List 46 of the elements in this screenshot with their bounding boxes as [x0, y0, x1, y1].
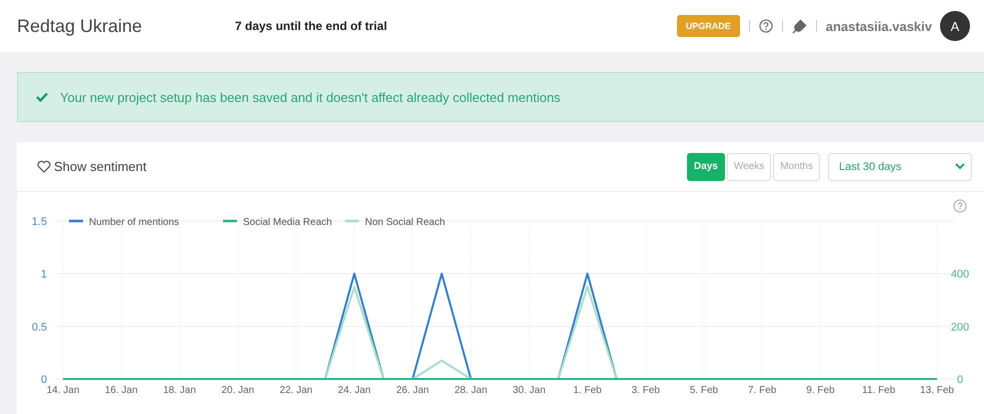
x-axis-label: 3. Feb [631, 385, 660, 396]
check-icon [36, 92, 48, 102]
x-axis-label: 9. Feb [806, 385, 835, 396]
username[interactable]: anastasiia.vaskiv [826, 18, 932, 34]
help-icon[interactable] [954, 200, 966, 212]
x-axis-label: 28. Jan [454, 385, 488, 396]
x-axis-label: 5. Feb [690, 385, 718, 396]
period-tab[interactable]: Weeks [726, 152, 772, 180]
y-axis-label: 0.5 [32, 321, 47, 334]
x-axis-label: 11. Feb [862, 385, 896, 396]
y-axis-label: 400 [950, 268, 970, 281]
trial-notice: 7 days until the end of trial [235, 19, 388, 33]
y-axis-label: 0 [40, 374, 47, 386]
x-axis-label: 7. Feb [748, 385, 776, 396]
x-axis-label: 1. Feb [573, 385, 602, 396]
period-tab[interactable]: Months [773, 152, 820, 180]
y-axis-label: 1 [40, 268, 47, 281]
x-axis-label: 22. Jan [280, 385, 312, 396]
x-axis-label: 13. Feb [920, 385, 954, 396]
x-axis-label: 20. Jan [221, 385, 254, 396]
heart-icon [37, 160, 51, 173]
legend-label: Number of mentions [89, 217, 180, 228]
y-axis-label: 0 [956, 374, 964, 386]
x-axis-label: 26. Jan [396, 385, 429, 396]
x-axis-label: 16. Jan [104, 385, 138, 396]
help-icon[interactable] [758, 19, 773, 33]
chevron-icon [955, 163, 965, 170]
plug-icon[interactable] [792, 18, 807, 34]
period-tab[interactable]: Days [686, 152, 725, 180]
show-sentiment-toggle[interactable]: Show sentiment [37, 159, 685, 174]
y-axis-label: 200 [950, 321, 970, 334]
alert-message: Your new project setup has been saved and it doesn't affect already collected mentions [60, 90, 560, 104]
legend-item[interactable]: Social Media Reach [223, 217, 332, 228]
legend-item[interactable]: Number of mentions [69, 217, 180, 228]
upgrade-button[interactable]: UPGRADE [676, 15, 740, 37]
project-title: Redtag Ukraine [17, 16, 144, 36]
x-axis-label: 24. Jan [338, 385, 371, 396]
x-axis-label: 30. Jan [512, 385, 546, 396]
legend-label: Non Social Reach [365, 217, 446, 228]
x-axis-label: 14. Jan [46, 385, 80, 396]
y-axis-label: 1.5 [32, 216, 47, 228]
legend-item[interactable]: Non Social Reach [345, 217, 446, 228]
user-avatar[interactable]: A [940, 11, 970, 41]
legend-label: Social Media Reach [243, 217, 332, 228]
x-axis-label: 18. Jan [163, 385, 196, 396]
date-range-dropdown[interactable]: Last 30 days [828, 152, 972, 180]
